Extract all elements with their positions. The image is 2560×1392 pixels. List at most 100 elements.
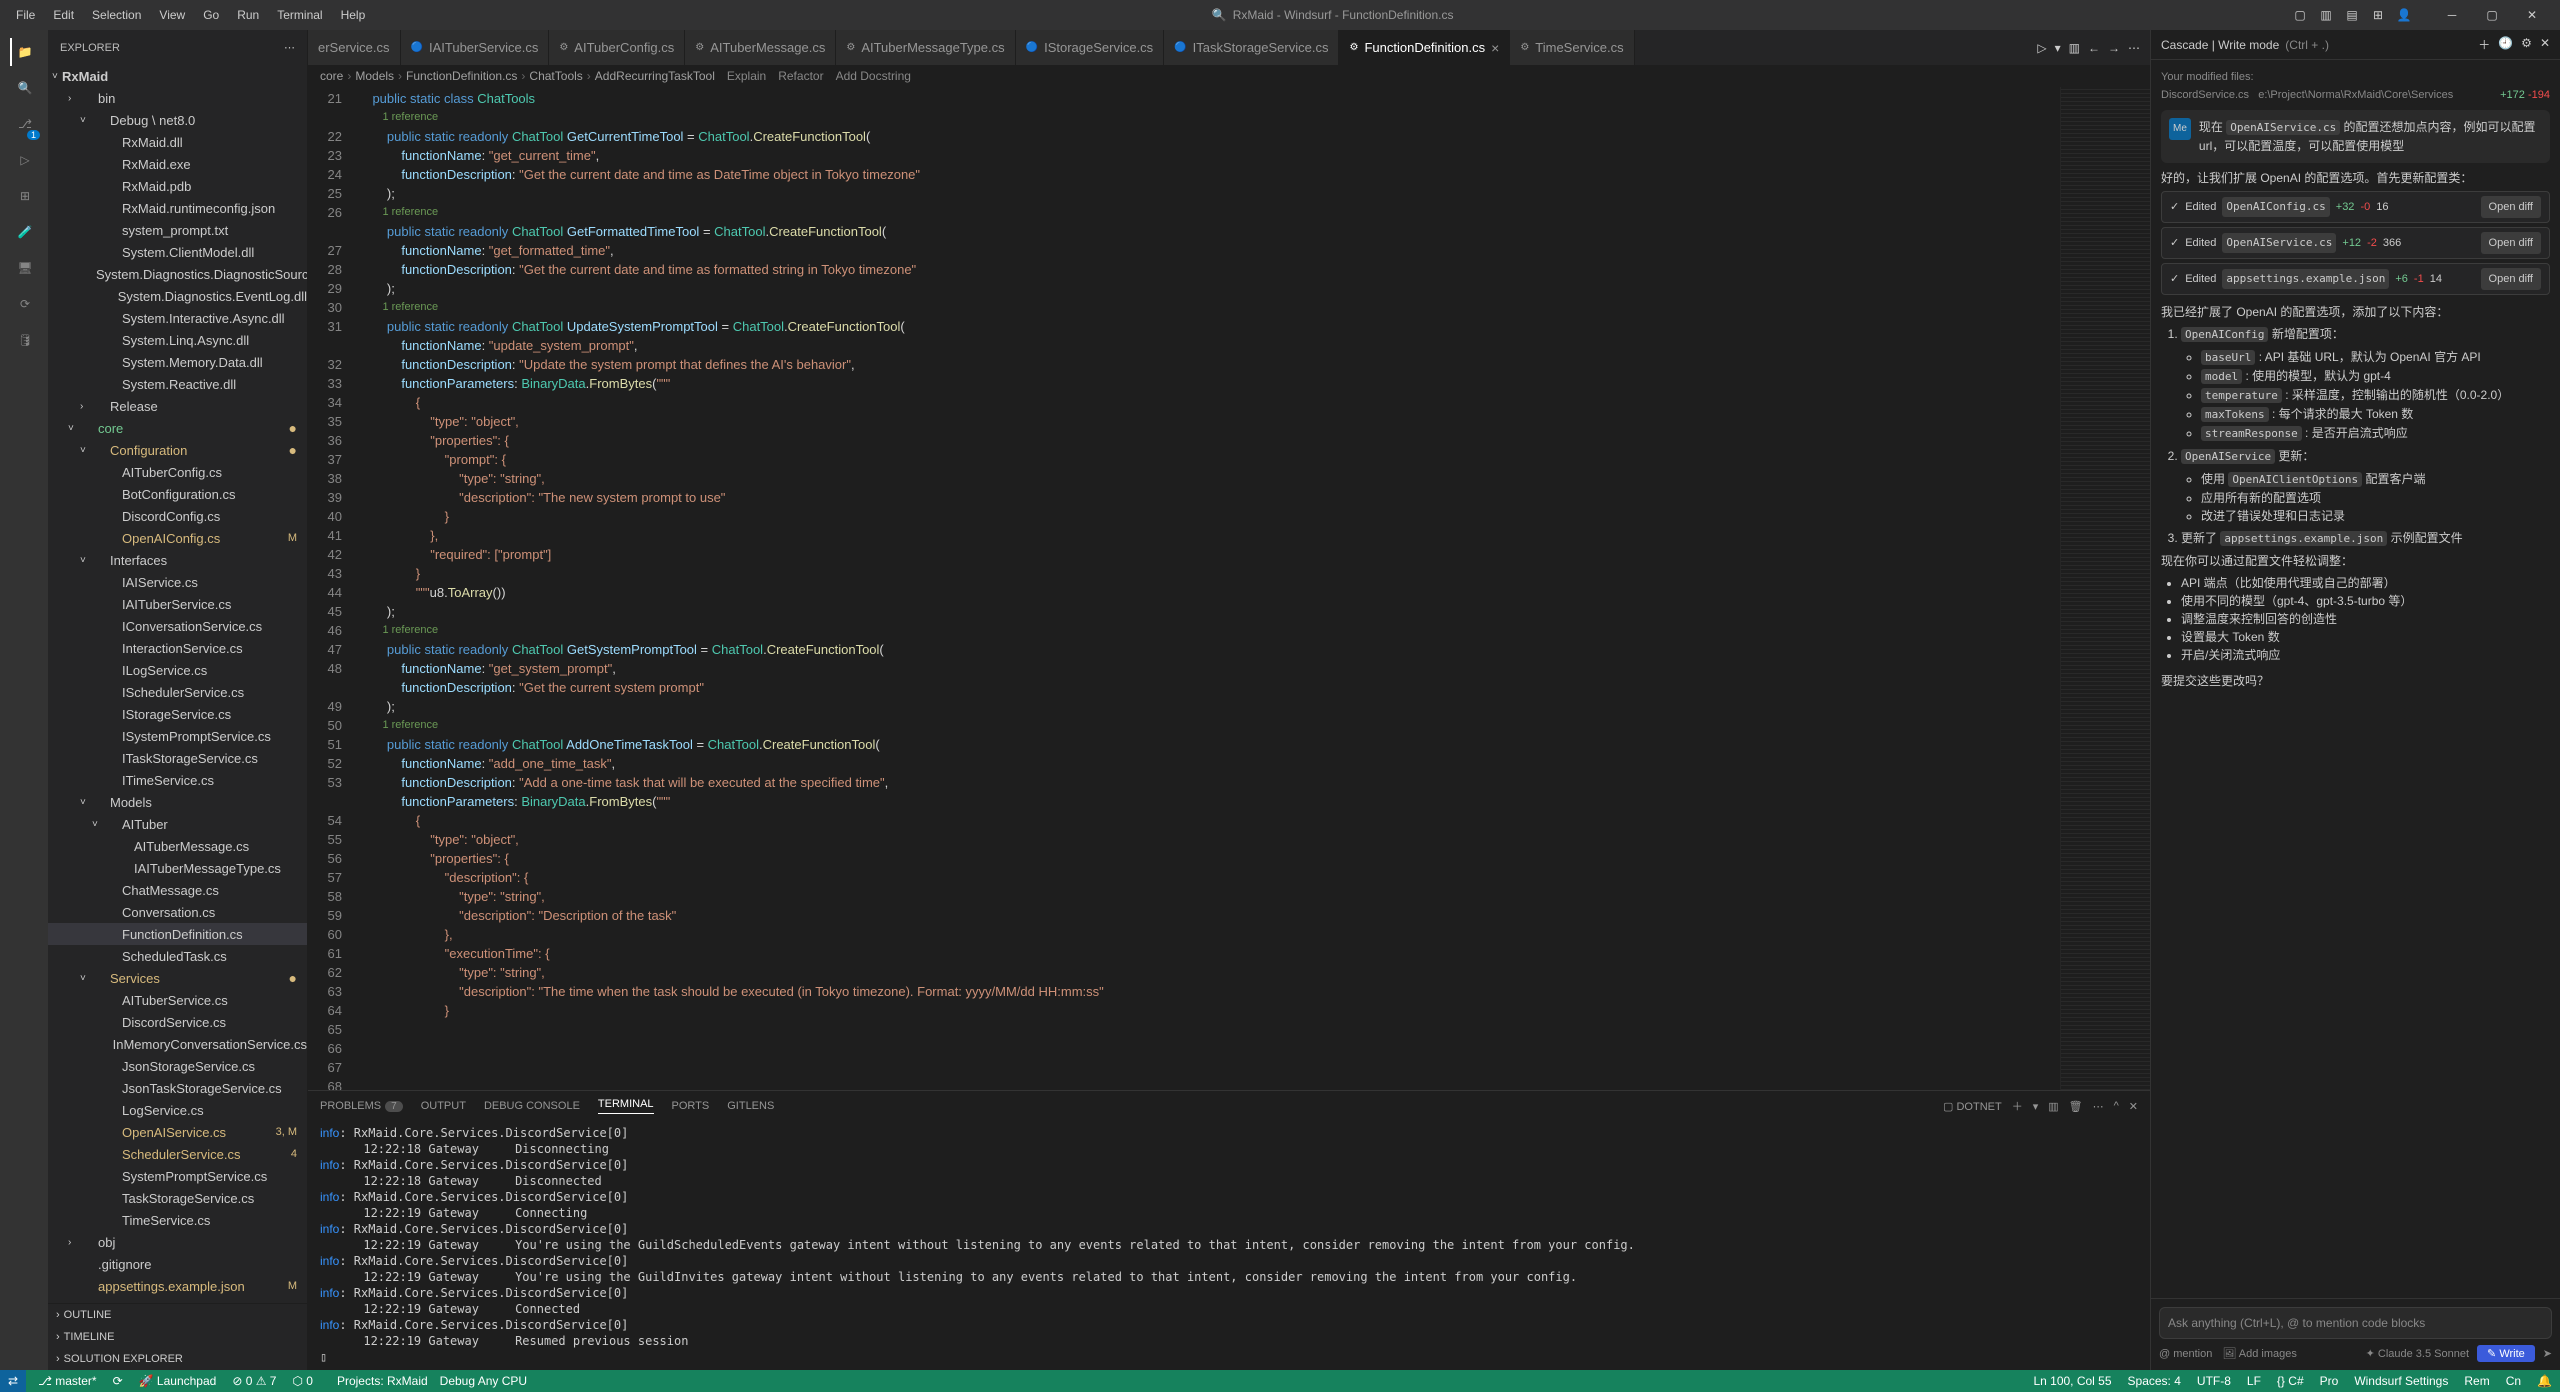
close-panel-icon[interactable]: ✕ (2129, 1100, 2138, 1113)
explorer-icon[interactable]: 📁 (10, 38, 38, 66)
close-button[interactable]: ✕ (2512, 0, 2552, 30)
tree-item[interactable]: SystemPromptService.cs (48, 1165, 307, 1187)
status-item[interactable]: Windsurf Settings (2354, 1374, 2448, 1388)
open-diff-button[interactable]: Open diff (2481, 268, 2541, 290)
tree-item[interactable]: Conversation.cs (48, 901, 307, 923)
minimize-button[interactable]: ─ (2432, 0, 2472, 30)
tree-item[interactable]: ISystemPromptService.cs (48, 725, 307, 747)
panel-tab-ports[interactable]: Ports (672, 1100, 710, 1112)
tree-item[interactable]: FunctionDefinition.cs (48, 923, 307, 945)
tree-item[interactable]: IAITuberMessageType.cs (48, 857, 307, 879)
editor-tab[interactable]: ⚙AITuberMessageType.cs (836, 30, 1015, 65)
panel-tab-output[interactable]: Output (421, 1100, 466, 1112)
code-content[interactable]: public static class ChatTools 1 referenc… (358, 87, 2060, 1090)
tree-item[interactable]: ITaskStorageService.cs (48, 747, 307, 769)
section-timeline[interactable]: ›Timeline (48, 1326, 307, 1348)
tree-item[interactable]: DiscordService.cs (48, 1011, 307, 1033)
tree-item[interactable]: AITuberConfig.cs (48, 461, 307, 483)
tree-item[interactable]: InteractionService.cs (48, 637, 307, 659)
tree-item[interactable]: ChatMessage.cs (48, 879, 307, 901)
tree-item[interactable]: TaskStorageService.cs (48, 1187, 307, 1209)
menu-terminal[interactable]: Terminal (269, 4, 330, 26)
trash-icon[interactable]: 🗑 (2069, 1100, 2083, 1113)
tree-item[interactable]: RxMaid.exe (48, 153, 307, 175)
mention-button[interactable]: @ mention (2159, 1348, 2212, 1360)
panel-tab-debug-console[interactable]: Debug Console (484, 1100, 580, 1112)
remote-indicator[interactable]: ⇄ (0, 1370, 26, 1392)
terminal-selector[interactable]: ▢ dotnet (1943, 1100, 2002, 1113)
section-outline[interactable]: ›Outline (48, 1304, 307, 1326)
tree-item[interactable]: ˅Configuration● (48, 439, 307, 461)
menu-edit[interactable]: Edit (45, 4, 82, 26)
tree-item[interactable]: RxMaid.pdb (48, 175, 307, 197)
maximize-button[interactable]: ▢ (2472, 0, 2512, 30)
tree-item[interactable]: ˅AITuber (48, 813, 307, 835)
tree-item[interactable]: OpenAIService.cs3, M (48, 1121, 307, 1143)
editor-tab[interactable]: 🔵ITaskStorageService.cs (1164, 30, 1339, 65)
editor-tab[interactable]: erService.cs (308, 30, 401, 65)
refresh-icon[interactable]: ⟳ (10, 290, 38, 318)
codelens-add-docstring[interactable]: Add Docstring (836, 69, 911, 83)
dropdown-icon[interactable]: ▾ (2055, 41, 2061, 55)
new-chat-icon[interactable]: ＋ (2478, 36, 2490, 53)
tree-item[interactable]: DiscordConfig.cs (48, 505, 307, 527)
menu-go[interactable]: Go (195, 4, 227, 26)
status-item[interactable]: 🚀 Launchpad (139, 1374, 217, 1388)
tree-item[interactable]: System.Linq.Async.dll (48, 329, 307, 351)
menu-view[interactable]: View (151, 4, 193, 26)
menu-help[interactable]: Help (333, 4, 374, 26)
status-item[interactable]: Rem (2464, 1374, 2489, 1388)
extensions-icon[interactable]: ⊞ (10, 182, 38, 210)
status-item[interactable]: ⎇ master* (38, 1374, 97, 1388)
tree-item[interactable]: ILogService.cs (48, 659, 307, 681)
nav-back-icon[interactable]: ← (2088, 41, 2100, 55)
run-icon[interactable]: ▷ (10, 146, 38, 174)
settings-icon[interactable]: ⚙ (2521, 36, 2532, 53)
tree-item[interactable]: BotConfiguration.cs (48, 483, 307, 505)
tree-item[interactable]: TimeService.cs (48, 1209, 307, 1231)
tree-item[interactable]: AITuberMessage.cs (48, 835, 307, 857)
editor-tab[interactable]: ⚙AITuberMessage.cs (685, 30, 836, 65)
history-icon[interactable]: 🕘 (2498, 36, 2513, 53)
split-icon[interactable]: ▥ (2069, 41, 2080, 55)
status-item[interactable]: Pro (2320, 1374, 2339, 1388)
tree-item[interactable]: System.Diagnostics.EventLog.dll (48, 285, 307, 307)
breadcrumb-item[interactable]: Models (355, 69, 394, 83)
model-selector[interactable]: ✦ Claude 3.5 Sonnet (2366, 1347, 2469, 1360)
tree-item[interactable]: System.Interactive.Async.dll (48, 307, 307, 329)
scm-icon[interactable]: ⎇1 (10, 110, 38, 138)
send-button[interactable]: ➤ (2543, 1347, 2552, 1360)
tree-item[interactable]: .gitignore (48, 1253, 307, 1275)
menu-run[interactable]: Run (229, 4, 267, 26)
tree-item[interactable]: AITuberService.cs (48, 989, 307, 1011)
status-item[interactable]: 🔔 (2537, 1374, 2552, 1388)
tree-item[interactable]: ISchedulerService.cs (48, 681, 307, 703)
tree-root[interactable]: ˅ RxMaid (48, 65, 307, 87)
status-item[interactable]: ⟳ (113, 1374, 123, 1388)
add-images-button[interactable]: 🖼 Add images (2222, 1347, 2297, 1360)
debug-config[interactable]: Debug Any CPU (440, 1374, 527, 1388)
account-icon[interactable]: 👤 (2396, 7, 2412, 23)
status-item[interactable]: UTF-8 (2197, 1374, 2231, 1388)
tree-item[interactable]: system_prompt.txt (48, 219, 307, 241)
breadcrumb-item[interactable]: AddRecurringTaskTool (595, 69, 715, 83)
editor-tab[interactable]: ⚙FunctionDefinition.cs× (1339, 30, 1510, 65)
tree-item[interactable]: System.Reactive.dll (48, 373, 307, 395)
write-mode-button[interactable]: ✎ Write (2477, 1345, 2535, 1362)
split-terminal-icon[interactable]: ▥ (2048, 1100, 2058, 1113)
panel-tab-problems[interactable]: Problems7 (320, 1100, 403, 1112)
tree-item[interactable]: RxMaid.dll (48, 131, 307, 153)
editor-tab[interactable]: ⚙AITuberConfig.cs (549, 30, 685, 65)
maximize-panel-icon[interactable]: ^ (2114, 1100, 2119, 1112)
sidebar-toggle-icon[interactable]: ▤ (2344, 7, 2360, 23)
menu-selection[interactable]: Selection (84, 4, 149, 26)
status-item[interactable]: Spaces: 4 (2128, 1374, 2181, 1388)
more-icon[interactable]: ⋯ (284, 41, 295, 54)
menu-file[interactable]: File (8, 4, 43, 26)
tree-item[interactable]: ˅core● (48, 417, 307, 439)
codelens-explain[interactable]: Explain (727, 69, 766, 83)
status-item[interactable]: {} C# (2277, 1374, 2304, 1388)
editor-tab[interactable]: 🔵IAITuberService.cs (401, 30, 550, 65)
tree-item[interactable]: IAITuberService.cs (48, 593, 307, 615)
editor-tab[interactable]: ⚙TimeService.cs (1510, 30, 1634, 65)
